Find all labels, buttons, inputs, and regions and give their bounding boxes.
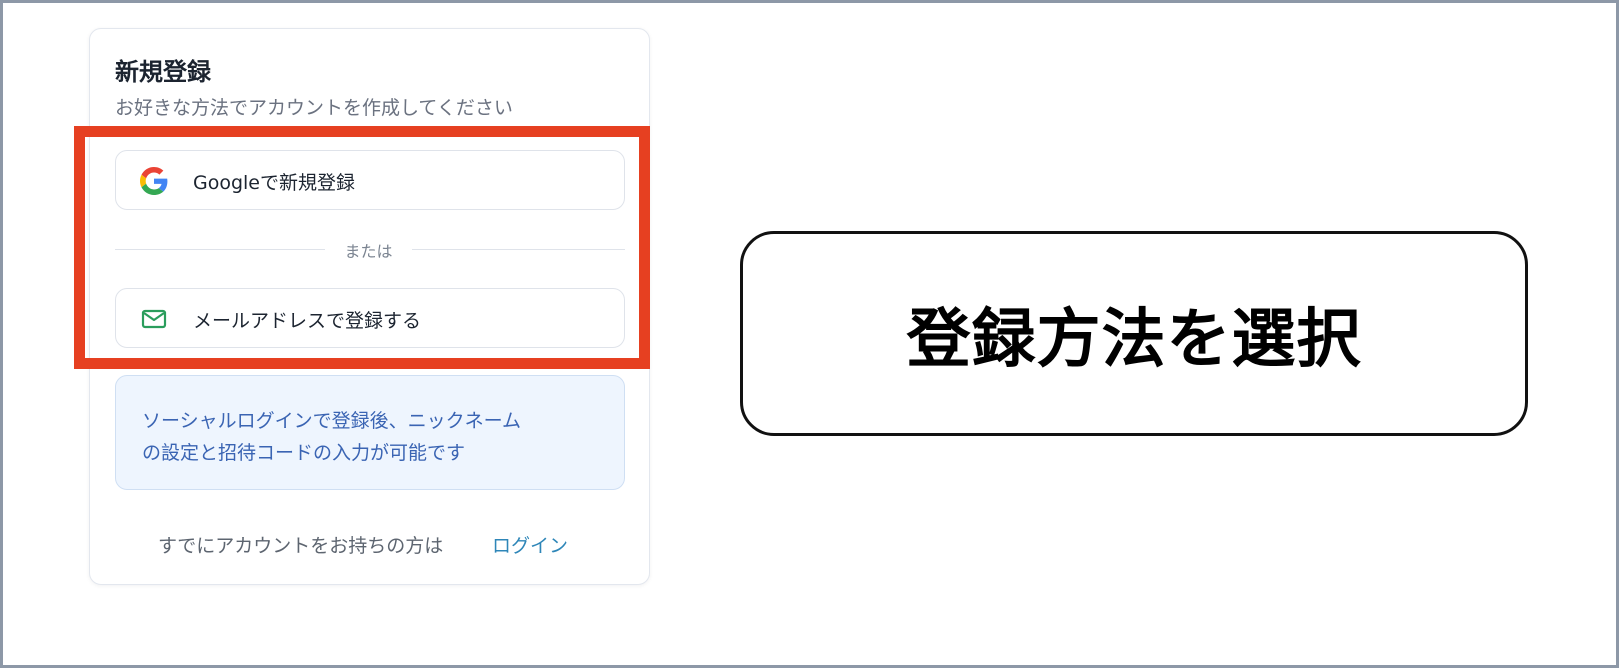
- info-text-line-2: の設定と招待コードの入力が可能です: [142, 442, 466, 464]
- page-title: 新規登録: [115, 58, 211, 86]
- callout-text: 登録方法を選択: [906, 302, 1362, 377]
- highlight-annotation-box: [74, 126, 650, 369]
- annotation-callout: 登録方法を選択: [740, 231, 1528, 436]
- existing-account-text: すでにアカウントをお持ちの方は: [158, 535, 444, 557]
- login-link[interactable]: ログイン: [492, 531, 568, 558]
- page-subtitle: お好きな方法でアカウントを作成してください: [115, 97, 513, 119]
- info-text-line-1: ソーシャルログインで登録後、ニックネーム: [142, 410, 522, 432]
